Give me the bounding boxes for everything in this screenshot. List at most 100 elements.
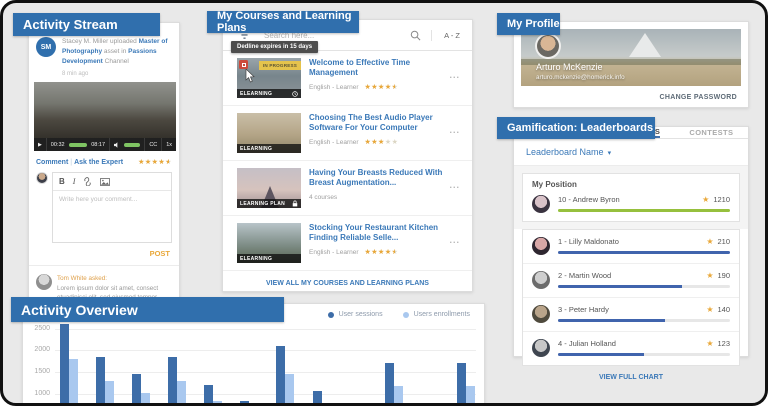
avatar[interactable] (36, 274, 52, 290)
legend-dot (403, 312, 409, 318)
post-text: Stacey M. Miller uploaded Master of Phot… (62, 37, 172, 67)
points-bar (558, 209, 730, 212)
video-player[interactable]: ▶ 00:32 08:17 CC 1x (34, 82, 176, 151)
course-type-label: ELEARNING (240, 146, 272, 152)
comment-input[interactable] (53, 191, 171, 237)
course-rating[interactable]: ★★★★★★★★★★ (365, 84, 399, 91)
course-thumbnail[interactable]: IN PROGRESS ELEARNING (237, 58, 301, 98)
duration: 08:17 (91, 142, 105, 148)
search-icon[interactable] (400, 30, 432, 41)
leaderboard-select[interactable]: Leaderboard Name▾ (514, 139, 748, 166)
post-button[interactable]: POST (34, 249, 170, 258)
avatar[interactable]: SM (36, 37, 56, 57)
cc-button[interactable]: CC (149, 142, 157, 148)
course-rating[interactable]: ★★★★★★★★★★ (365, 249, 399, 256)
entry-points: 190 (717, 271, 730, 280)
comment-link[interactable]: Comment (36, 159, 68, 166)
course-thumbnail[interactable]: LEARNING PLAN (237, 168, 301, 208)
status-badge: IN PROGRESS (259, 61, 301, 70)
course-type-label: LEARNING PLAN (240, 201, 285, 207)
link-icon[interactable] (83, 177, 92, 186)
activity-overview-title: Activity Overview (21, 302, 138, 318)
avatar (532, 271, 550, 289)
my-position-label: My Position (532, 180, 730, 189)
course-title[interactable]: Having Your Breasts Reduced With Breast … (309, 168, 445, 189)
current-time: 00:32 (51, 142, 65, 148)
leaderboard-entry: 1 - Lilly Maldonato ★210 (523, 230, 739, 264)
course-thumbnail[interactable]: ELEARNING (237, 113, 301, 153)
course-type-label: ELEARNING (240, 256, 272, 262)
y-axis-label: 1500 (23, 368, 50, 375)
avatar (36, 172, 48, 184)
points-bar (558, 285, 730, 288)
dashboard-frame: Activity Stream My Courses and Learning … (0, 0, 768, 406)
video-controls: ▶ 00:32 08:17 CC 1x (34, 138, 176, 151)
bar-user-sessions (457, 363, 466, 406)
divider (144, 138, 145, 151)
course-menu-button[interactable]: ... (449, 235, 460, 245)
change-password-link[interactable]: CHANGE PASSWORD (660, 94, 741, 101)
course-row[interactable]: IN PROGRESS ELEARNING Welcome to Effecti… (223, 51, 472, 106)
bar-users-enrollments (105, 381, 114, 406)
play-icon[interactable]: ▶ (38, 142, 42, 148)
chart-legend: User sessions Users enrollments (328, 311, 470, 318)
italic-button[interactable]: I (73, 177, 76, 186)
chevron-down-icon: ▾ (608, 150, 612, 157)
bar-group (385, 363, 403, 406)
sort-az-button[interactable]: A - Z (432, 31, 472, 40)
speed-button[interactable]: 1x (166, 142, 172, 148)
course-rating[interactable]: ★★★★★★★★★★ (365, 139, 399, 146)
course-row[interactable]: ELEARNING Choosing The Best Audio Player… (223, 106, 472, 161)
entry-points: 140 (717, 305, 730, 314)
course-title[interactable]: Welcome to Effective Time Management (309, 58, 445, 79)
bar-user-sessions (240, 401, 249, 406)
course-menu-button[interactable]: ... (449, 70, 460, 80)
volume-bar[interactable] (124, 143, 141, 147)
view-full-chart-link[interactable]: VIEW FULL CHART (514, 366, 748, 389)
post-author[interactable]: Tom White asked: (57, 275, 107, 282)
entry-points: 1210 (713, 195, 730, 204)
entry-name: 3 - Peter Hardy (558, 305, 609, 314)
entry-points: 210 (717, 237, 730, 246)
bar-user-sessions (276, 346, 285, 406)
tab-contests[interactable]: CONTESTS (689, 127, 733, 138)
activity-stream-title: Activity Stream (23, 17, 118, 32)
editor-toolbar: B I (53, 173, 171, 191)
post-rating[interactable]: ★★★★★★★★★★ (138, 159, 172, 166)
entry-name: 4 - Julian Holland (558, 339, 616, 348)
course-thumbnail[interactable]: ELEARNING (237, 223, 301, 263)
leaderboard-entry: 10 - Andrew Byron ★1210 (532, 195, 730, 213)
course-menu-button[interactable]: ... (449, 125, 460, 135)
course-menu-button[interactable]: ... (449, 180, 460, 190)
bar-users-enrollments (141, 393, 150, 406)
profile-avatar[interactable] (535, 33, 561, 59)
video-frame (34, 82, 176, 138)
my-courses-title: My Courses and Learning Plans (217, 10, 359, 34)
course-meta: English - Learner (309, 84, 359, 91)
divider (109, 138, 110, 151)
course-row[interactable]: LEARNING PLAN Having Your Breasts Reduce… (223, 161, 472, 216)
y-axis-label: 2000 (23, 346, 50, 353)
progress-bar[interactable] (69, 143, 88, 147)
y-axis-label: 2500 (23, 325, 50, 332)
star-icon: ★ (702, 195, 709, 204)
leaderboard-entry: 3 - Peter Hardy ★140 (523, 298, 739, 332)
image-icon[interactable] (100, 178, 110, 186)
bar-group (60, 324, 78, 406)
course-title[interactable]: Choosing The Best Audio Player Software … (309, 113, 445, 134)
activity-stream-header: Activity Stream (13, 13, 160, 36)
bar-group (132, 374, 150, 406)
course-row[interactable]: ELEARNING Stocking Your Restaurant Kitch… (223, 216, 472, 271)
ask-expert-link[interactable]: Ask the Expert (74, 159, 123, 166)
bar-user-sessions (168, 357, 177, 406)
bold-button[interactable]: B (59, 177, 65, 186)
bar-users-enrollments (69, 359, 78, 406)
course-title[interactable]: Stocking Your Restaurant Kitchen Finding… (309, 223, 445, 244)
bar-user-sessions (132, 374, 141, 406)
course-type-label: ELEARNING (240, 91, 272, 97)
star-icon: ★ (706, 271, 713, 280)
profile-email: arturo.mckenzie@homerick.info (536, 74, 625, 81)
profile-cover-image: Arturo McKenzie arturo.mckenzie@homerick… (521, 29, 741, 86)
view-all-courses-link[interactable]: VIEW ALL MY COURSES AND LEARNING PLANS (223, 271, 472, 296)
volume-icon[interactable] (114, 142, 120, 148)
